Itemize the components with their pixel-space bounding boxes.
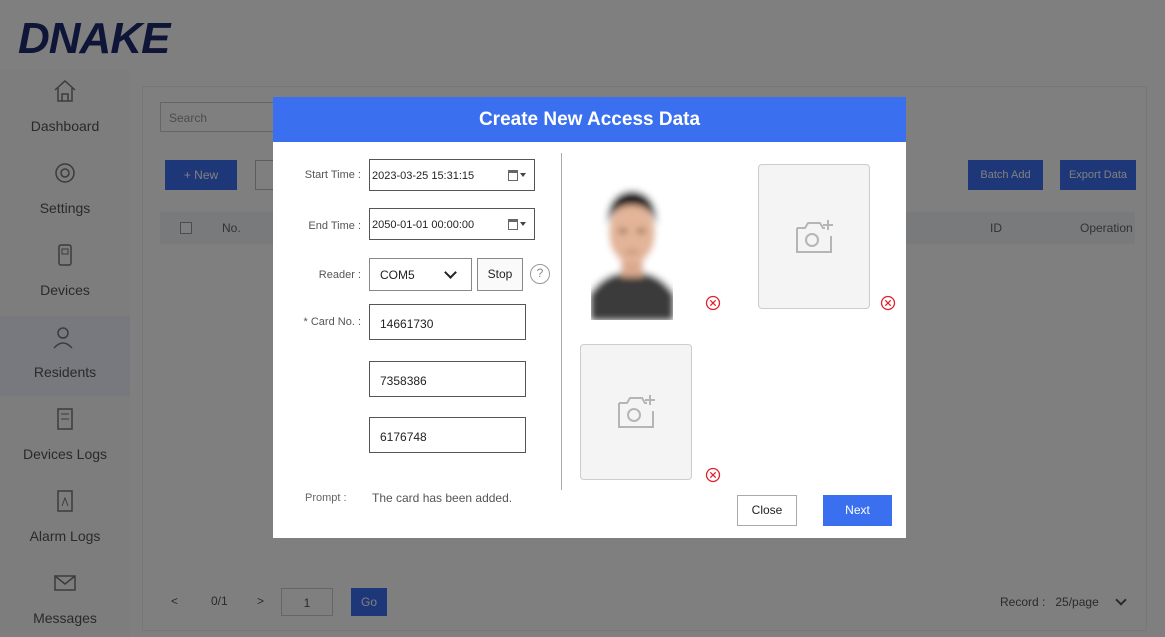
reader-value: COM5 — [380, 268, 415, 282]
reader-select[interactable]: COM5 — [369, 258, 472, 291]
face-photo-image — [591, 175, 673, 320]
photo-upload-slot[interactable] — [580, 344, 692, 480]
close-button[interactable]: Close — [737, 495, 797, 526]
stop-button[interactable]: Stop — [477, 258, 523, 291]
divider — [561, 153, 562, 490]
card-no-label: * Card No. : — [303, 316, 361, 328]
face-photo — [591, 175, 673, 320]
card-no-input-1[interactable]: 14661730 — [369, 304, 526, 340]
card-no-input-2[interactable]: 7358386 — [369, 361, 526, 397]
end-time-label: End Time : — [308, 220, 361, 232]
start-time-value: 2023-03-25 15:31:15 — [372, 170, 475, 182]
dialog-title: Create New Access Data — [273, 97, 906, 142]
photo-upload-slot[interactable] — [758, 164, 870, 309]
calendar-icon[interactable] — [508, 218, 526, 230]
prompt-message: The card has been added. — [372, 491, 513, 505]
start-time-label: Start Time : — [304, 169, 361, 181]
start-time-field[interactable]: 2023-03-25 15:31:15 — [369, 159, 535, 191]
delete-photo-icon[interactable] — [705, 295, 721, 311]
prompt-label: Prompt : — [305, 492, 347, 504]
chevron-down-icon — [444, 266, 457, 279]
create-access-data-dialog: Create New Access Data Start Time : 2023… — [273, 97, 906, 538]
delete-photo-icon[interactable] — [880, 295, 896, 311]
reader-label: Reader : — [318, 269, 361, 281]
camera-add-icon — [618, 395, 655, 428]
camera-add-icon — [796, 219, 833, 253]
card-no-input-3[interactable]: 6176748 — [369, 417, 526, 453]
next-button[interactable]: Next — [823, 495, 892, 526]
end-time-field[interactable]: 2050-01-01 00:00:00 — [369, 208, 535, 240]
end-time-value: 2050-01-01 00:00:00 — [372, 219, 475, 231]
delete-photo-icon[interactable] — [705, 467, 721, 483]
help-icon[interactable]: ? — [530, 264, 550, 284]
calendar-icon[interactable] — [508, 169, 526, 181]
